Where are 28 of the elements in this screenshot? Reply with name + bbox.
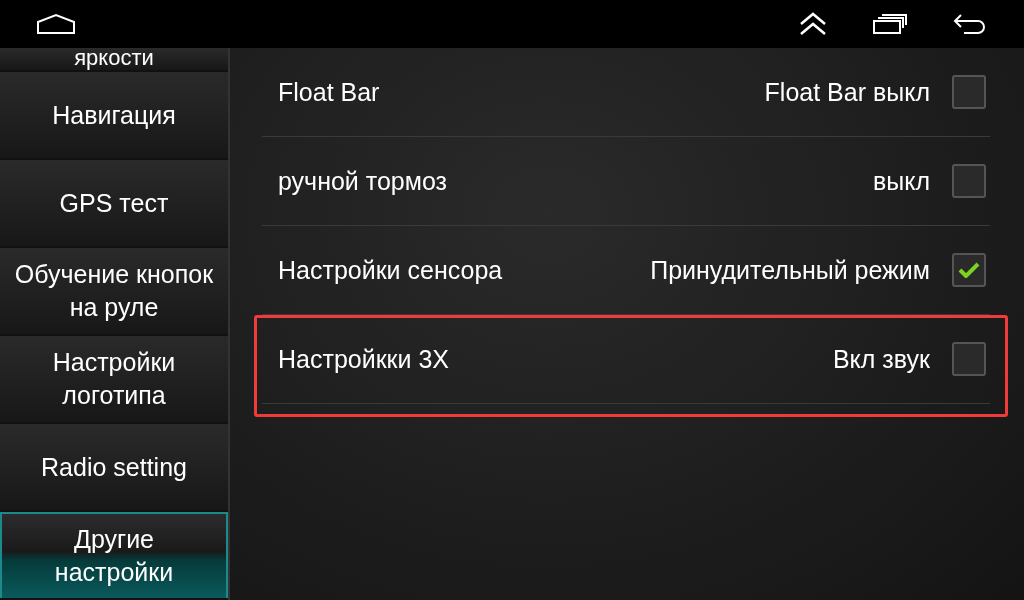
setting-label: Настройкки 3X: [278, 344, 451, 374]
back-arrow-icon: [952, 12, 988, 36]
setting-label: Float Bar: [278, 77, 381, 107]
setting-value: Float Bar выкл: [764, 77, 930, 107]
sidebar-item[interactable]: Навигация: [0, 72, 228, 158]
home-button[interactable]: [36, 13, 76, 35]
check-icon: [958, 262, 980, 278]
setting-label: Настройки сенсора: [278, 255, 504, 285]
sidebar-item[interactable]: Обучение кнопок на руле: [0, 248, 228, 334]
recent-apps-button[interactable]: [872, 13, 908, 35]
setting-value: Принудительный режим: [650, 255, 930, 285]
sidebar-item[interactable]: Другие настройки: [0, 512, 228, 598]
checkbox[interactable]: [952, 253, 986, 287]
checkbox[interactable]: [952, 75, 986, 109]
checkbox[interactable]: [952, 164, 986, 198]
setting-value: Вкл звук: [832, 344, 930, 374]
sidebar-item[interactable]: яркости: [0, 48, 228, 70]
checkbox[interactable]: [952, 342, 986, 376]
back-button[interactable]: [952, 12, 988, 36]
sidebar-item[interactable]: Настройки логотипа: [0, 336, 228, 422]
double-chevron-up-icon: [798, 11, 828, 37]
sidebar-item[interactable]: GPS тест: [0, 160, 228, 246]
setting-label: ручной тормоз: [278, 166, 449, 196]
sidebar-item[interactable]: Radio setting: [0, 424, 228, 510]
home-icon: [36, 13, 76, 35]
expand-button[interactable]: [798, 11, 828, 37]
recent-apps-icon: [872, 13, 908, 35]
setting-value: выкл: [872, 166, 930, 196]
